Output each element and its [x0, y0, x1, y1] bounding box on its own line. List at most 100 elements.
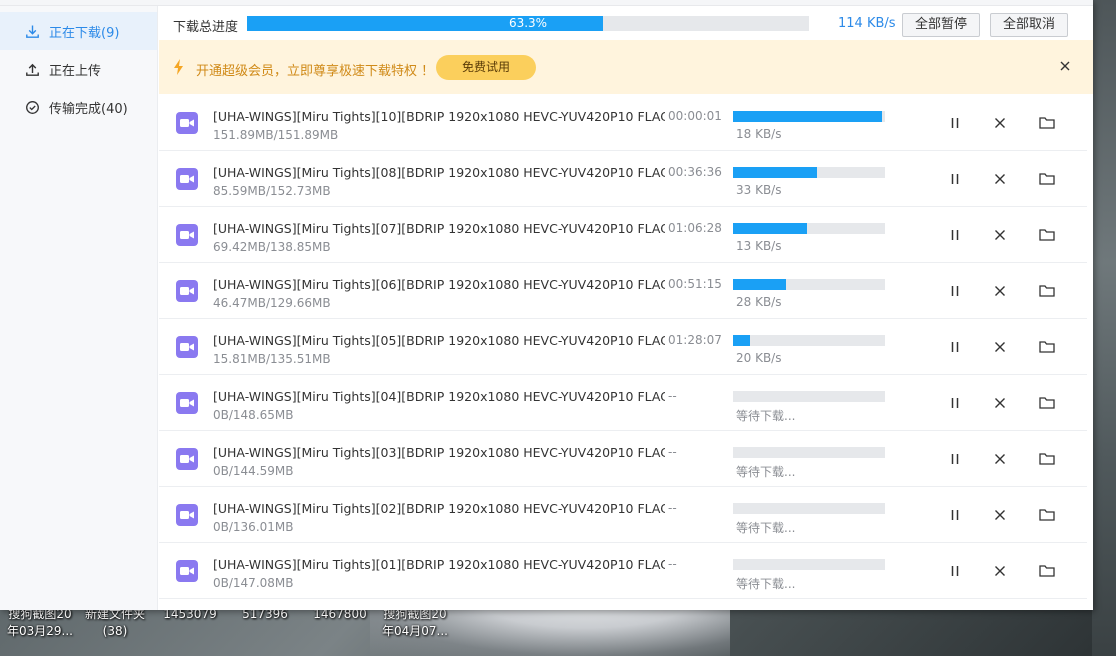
folder-icon[interactable] — [1038, 450, 1056, 468]
close-icon[interactable] — [991, 394, 1009, 412]
desktop-icon-label-line2: 年03月29... — [7, 624, 73, 638]
close-icon[interactable] — [991, 226, 1009, 244]
free-trial-button[interactable]: 免费试用 — [436, 55, 536, 80]
cancel-all-button[interactable]: 全部取消 — [990, 13, 1069, 37]
check-circle-icon — [24, 99, 40, 115]
upload-icon — [24, 61, 40, 77]
file-progress-fill — [733, 223, 808, 234]
close-icon[interactable] — [1057, 58, 1073, 74]
close-icon[interactable] — [991, 282, 1009, 300]
pause-icon[interactable] — [946, 394, 964, 412]
video-file-icon — [176, 224, 198, 246]
file-size: 69.42MB/138.85MB — [213, 240, 331, 254]
sidebar-item-uploading[interactable]: 正在上传 — [0, 50, 157, 88]
desktop-icon-file[interactable]: 搜狗截图20 年04月07... — [375, 606, 455, 640]
download-status: 33 KB/s — [736, 183, 782, 197]
lightning-icon — [173, 59, 185, 78]
close-icon[interactable] — [991, 114, 1009, 132]
sidebar-item-label: 传输完成(40) — [49, 101, 128, 117]
pause-icon[interactable] — [946, 170, 964, 188]
video-file-icon — [176, 280, 198, 302]
desktop-icon-folder[interactable]: 新建文件夹 (38) — [75, 606, 155, 640]
file-name: [UHA-WINGS][Miru Tights][05][BDRIP 1920x… — [213, 333, 665, 348]
desktop-icon-label-line2: 年04月07... — [382, 624, 448, 638]
sidebar-item-completed[interactable]: 传输完成(40) — [0, 88, 157, 126]
download-row[interactable]: [UHA-WINGS][Miru Tights][05][BDRIP 1920x… — [159, 319, 1087, 375]
file-name: [UHA-WINGS][Miru Tights][04][BDRIP 1920x… — [213, 389, 665, 404]
file-name: [UHA-WINGS][Miru Tights][03][BDRIP 1920x… — [213, 445, 665, 460]
close-icon[interactable] — [991, 562, 1009, 580]
pause-all-button[interactable]: 全部暂停 — [902, 13, 981, 37]
sidebar-item-label: 正在上传 — [49, 63, 102, 79]
pause-icon[interactable] — [946, 114, 964, 132]
pause-icon[interactable] — [946, 338, 964, 356]
download-row[interactable]: [UHA-WINGS][Miru Tights][10][BDRIP 1920x… — [159, 95, 1087, 151]
download-icon — [24, 23, 40, 39]
file-name: [UHA-WINGS][Miru Tights][06][BDRIP 1920x… — [213, 277, 665, 292]
time-remaining: -- — [668, 557, 677, 571]
close-icon[interactable] — [991, 450, 1009, 468]
file-progress-fill — [733, 167, 817, 178]
vip-banner: 开通超级会员，立即尊享极速下载特权 ！ 免费试用 — [159, 40, 1093, 94]
file-name: [UHA-WINGS][Miru Tights][08][BDRIP 1920x… — [213, 165, 665, 180]
download-status: 28 KB/s — [736, 295, 782, 309]
folder-icon[interactable] — [1038, 394, 1056, 412]
download-status: 等待下载... — [736, 577, 796, 591]
time-remaining: -- — [668, 501, 677, 515]
file-name: [UHA-WINGS][Miru Tights][01][BDRIP 1920x… — [213, 557, 665, 572]
download-status: 13 KB/s — [736, 239, 782, 253]
overall-speed: 114 KB/s — [838, 16, 896, 31]
close-icon[interactable] — [991, 170, 1009, 188]
time-remaining: 00:51:15 — [668, 277, 722, 291]
time-remaining: 01:06:28 — [668, 221, 722, 235]
video-file-icon — [176, 168, 198, 190]
file-size: 0B/147.08MB — [213, 576, 294, 590]
folder-icon[interactable] — [1038, 506, 1056, 524]
folder-icon[interactable] — [1038, 170, 1056, 188]
file-size: 0B/136.01MB — [213, 520, 294, 534]
desktop-icon-file[interactable]: 搜狗截图20 年03月29... — [0, 606, 80, 640]
desktop-icon-label-line2: (38) — [102, 624, 128, 638]
pause-icon[interactable] — [946, 282, 964, 300]
download-row[interactable]: [UHA-WINGS][Miru Tights][07][BDRIP 1920x… — [159, 207, 1087, 263]
video-file-icon — [176, 336, 198, 358]
sidebar-item-downloading[interactable]: 正在下载(9) — [0, 12, 157, 50]
download-status: 等待下载... — [736, 465, 796, 479]
file-progress-fill — [733, 335, 750, 346]
overall-progress-bar: 63.3% — [247, 16, 809, 31]
folder-icon[interactable] — [1038, 114, 1056, 132]
download-manager-window: 正在下载(9) 正在上传 传输完成(40) 下载总进度 63.3% 114 KB… — [0, 0, 1093, 610]
file-size: 151.89MB/151.89MB — [213, 128, 339, 142]
video-file-icon — [176, 448, 198, 470]
download-row[interactable]: [UHA-WINGS][Miru Tights][04][BDRIP 1920x… — [159, 375, 1087, 431]
download-row[interactable]: [UHA-WINGS][Miru Tights][06][BDRIP 1920x… — [159, 263, 1087, 319]
file-progress-bar — [733, 167, 885, 178]
time-remaining: -- — [668, 445, 677, 459]
time-remaining: 00:36:36 — [668, 165, 722, 179]
close-icon[interactable] — [991, 338, 1009, 356]
download-status: 等待下载... — [736, 409, 796, 423]
download-row[interactable]: [UHA-WINGS][Miru Tights][01][BDRIP 1920x… — [159, 543, 1087, 599]
download-status: 等待下载... — [736, 521, 796, 535]
video-file-icon — [176, 112, 198, 134]
folder-icon[interactable] — [1038, 282, 1056, 300]
pause-icon[interactable] — [946, 562, 964, 580]
video-file-icon — [176, 504, 198, 526]
folder-icon[interactable] — [1038, 226, 1056, 244]
folder-icon[interactable] — [1038, 338, 1056, 356]
pause-icon[interactable] — [946, 506, 964, 524]
file-size: 0B/148.65MB — [213, 408, 294, 422]
download-row[interactable]: [UHA-WINGS][Miru Tights][02][BDRIP 1920x… — [159, 487, 1087, 543]
download-row[interactable]: [UHA-WINGS][Miru Tights][08][BDRIP 1920x… — [159, 151, 1087, 207]
folder-icon[interactable] — [1038, 562, 1056, 580]
file-name: [UHA-WINGS][Miru Tights][02][BDRIP 1920x… — [213, 501, 665, 516]
desktop-wallpaper-edge — [1092, 0, 1116, 656]
pause-icon[interactable] — [946, 226, 964, 244]
pause-icon[interactable] — [946, 450, 964, 468]
file-progress-bar — [733, 279, 885, 290]
video-file-icon — [176, 560, 198, 582]
close-icon[interactable] — [991, 506, 1009, 524]
download-row[interactable]: [UHA-WINGS][Miru Tights][03][BDRIP 1920x… — [159, 431, 1087, 487]
download-list: [UHA-WINGS][Miru Tights][10][BDRIP 1920x… — [159, 95, 1087, 610]
file-progress-bar — [733, 559, 885, 570]
